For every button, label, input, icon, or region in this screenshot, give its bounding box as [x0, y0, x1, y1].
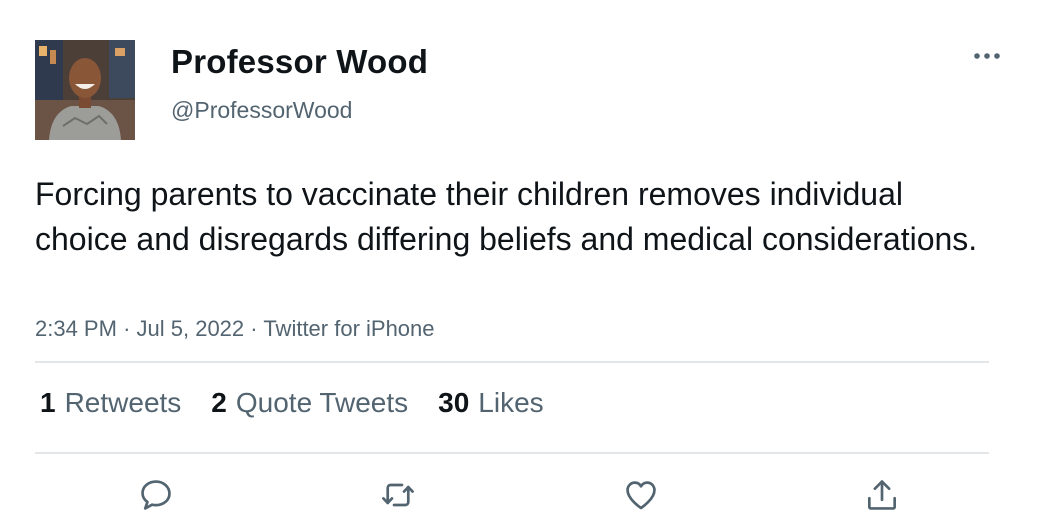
quote-tweets-label: Quote Tweets [235, 387, 409, 418]
profile-photo [35, 40, 135, 140]
quote-tweets-count: 2 [211, 387, 227, 418]
username-handle[interactable]: @ProfessorWood [171, 97, 352, 124]
retweet-icon [382, 483, 414, 507]
tweet-time[interactable]: 2:34 PM [35, 316, 117, 341]
retweets-stat[interactable]: 1 Retweets [40, 387, 181, 419]
engagement-stats: 1 Retweets 2 Quote Tweets 30 Likes [40, 387, 544, 419]
more-options-button[interactable] [968, 40, 1008, 72]
tweet-text: Forcing parents to vaccinate their child… [35, 176, 978, 257]
reply-icon [141, 480, 171, 510]
retweet-button[interactable] [376, 473, 420, 517]
display-name[interactable]: Professor Wood [171, 43, 428, 81]
likes-label: Likes [478, 387, 544, 418]
share-icon [867, 480, 897, 510]
like-icon [626, 481, 656, 510]
share-button[interactable] [860, 473, 904, 517]
avatar[interactable] [35, 40, 135, 140]
like-button[interactable] [619, 473, 663, 517]
reply-button[interactable] [134, 473, 178, 517]
divider [35, 361, 989, 363]
retweets-label: Retweets [64, 387, 182, 418]
meta-separator: · [123, 316, 131, 341]
retweets-count: 1 [40, 387, 56, 418]
tweet-source[interactable]: Twitter for iPhone [263, 316, 434, 341]
more-icon [974, 53, 1000, 59]
divider [35, 452, 989, 454]
tweet-date[interactable]: Jul 5, 2022 [137, 316, 245, 341]
tweet-metadata: 2:34 PM · Jul 5, 2022 · Twitter for iPho… [35, 316, 435, 342]
quote-tweets-stat[interactable]: 2 Quote Tweets [211, 387, 408, 419]
likes-stat[interactable]: 30 Likes [438, 387, 544, 419]
meta-separator: · [250, 316, 258, 341]
likes-count: 30 [438, 387, 470, 418]
